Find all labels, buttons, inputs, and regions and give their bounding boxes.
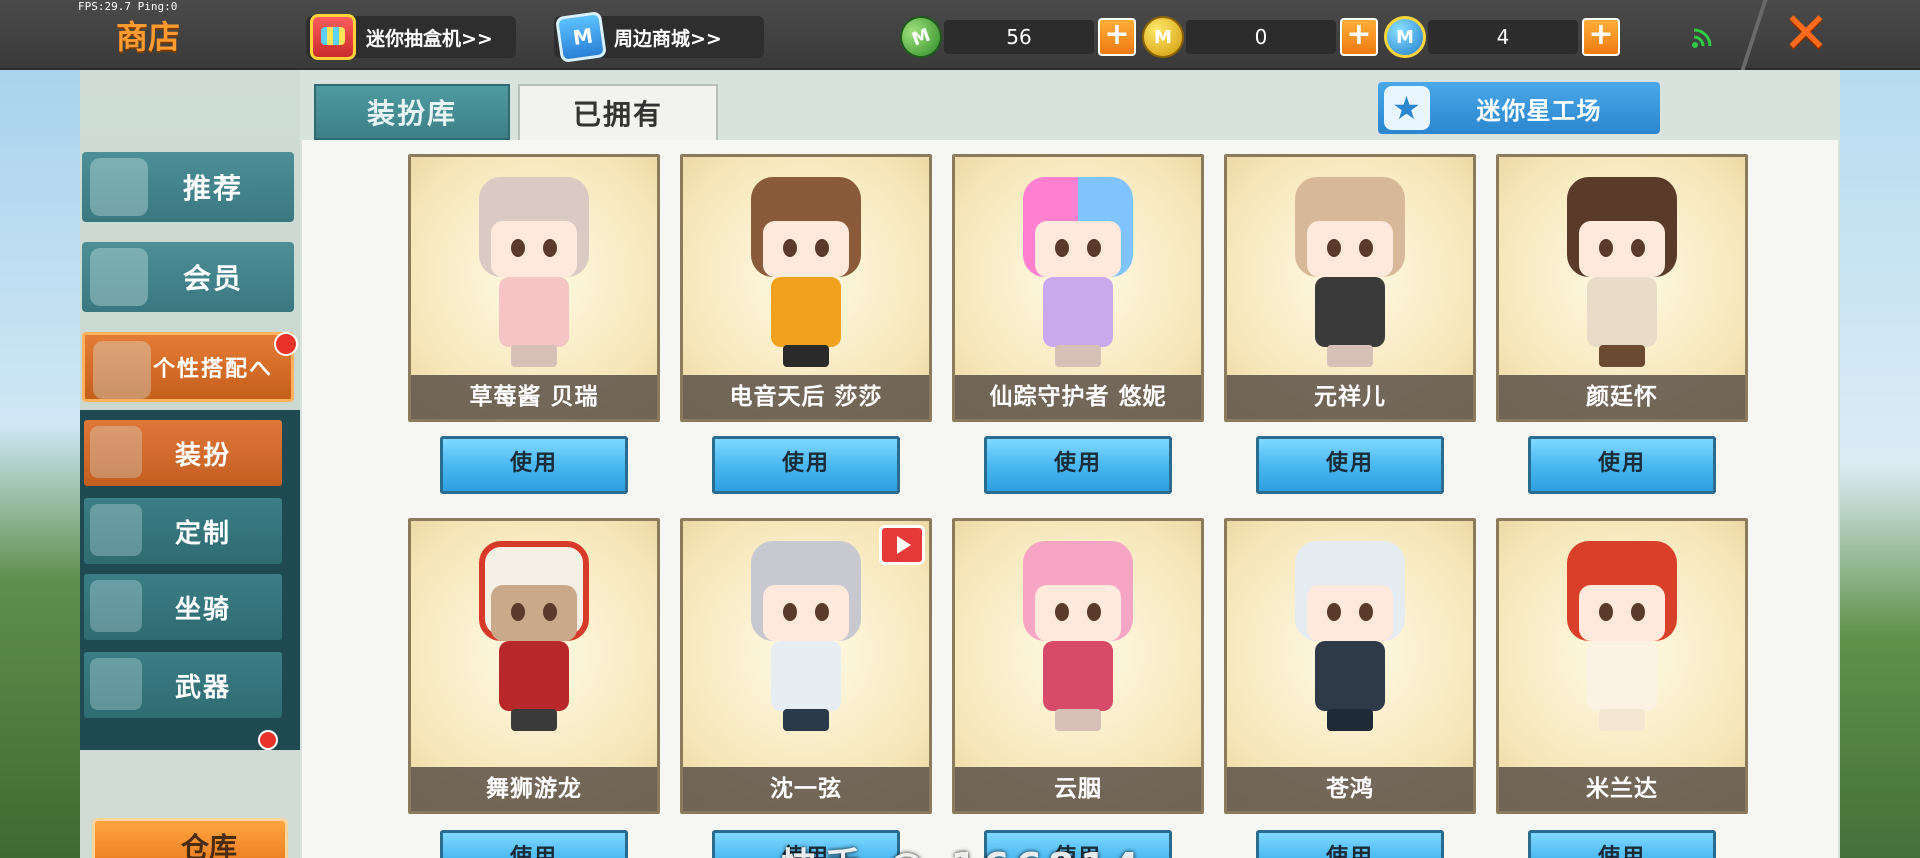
- sidebar-item-label: 个性搭配へ: [152, 357, 273, 382]
- skin-name: 元祥儿: [1227, 375, 1473, 419]
- currency-gold: M 0 +: [1142, 16, 1382, 58]
- skin-card[interactable]: 颜廷怀: [1496, 154, 1748, 422]
- thumbs-up-icon: [90, 158, 148, 216]
- use-button[interactable]: 使用: [1528, 830, 1716, 858]
- trophy-icon: [93, 341, 151, 399]
- background-right: [1840, 70, 1920, 858]
- character-avatar: [1557, 177, 1687, 367]
- sidebar-item-personalize[interactable]: 个性搭配へ: [82, 332, 294, 402]
- skin-name: 沈一弦: [683, 767, 929, 811]
- skin-card[interactable]: 米兰达: [1496, 518, 1748, 814]
- character-avatar: [1285, 177, 1415, 367]
- use-button[interactable]: 使用: [440, 830, 628, 858]
- skin-card[interactable]: 元祥儿: [1224, 154, 1476, 422]
- star-icon: ★: [1384, 86, 1430, 130]
- close-button[interactable]: ✕: [1778, 6, 1834, 62]
- sidebar-sub-weapon[interactable]: 武器: [84, 652, 282, 718]
- notification-dot: [274, 332, 298, 356]
- sidebar-sub-costume[interactable]: 装扮: [84, 420, 282, 486]
- add-blue-button[interactable]: +: [1582, 18, 1620, 56]
- sidebar-sub-label: 武器: [174, 672, 231, 703]
- blue-coin-icon: M: [1384, 16, 1426, 58]
- use-button[interactable]: 使用: [440, 436, 628, 494]
- merch-store-button[interactable]: 周边商城>>: [554, 11, 764, 63]
- currency-blue: M 4 +: [1384, 16, 1624, 58]
- tab-owned[interactable]: 已拥有: [518, 84, 718, 140]
- currency-value: 56: [944, 20, 1094, 54]
- watermark: 快手 @ 166814: [780, 836, 1145, 858]
- use-button[interactable]: 使用: [1528, 436, 1716, 494]
- currency-value: 0: [1186, 20, 1336, 54]
- tab-costume-library[interactable]: 装扮库: [314, 84, 510, 140]
- warehouse-button[interactable]: 仓库: [92, 818, 288, 858]
- notification-dot: [258, 730, 278, 750]
- star-workshop-label: 迷你星工场: [1476, 96, 1602, 125]
- currency-value: 4: [1428, 20, 1578, 54]
- sidebar-sub-label: 定制: [174, 518, 231, 549]
- skin-card[interactable]: 苍鸿: [1224, 518, 1476, 814]
- currency-green: M 56 +: [894, 10, 1140, 64]
- character-avatar: [1285, 541, 1415, 731]
- use-button[interactable]: 使用: [1256, 830, 1444, 858]
- mount-icon: [90, 580, 142, 632]
- character-avatar: [469, 177, 599, 367]
- character-avatar: [741, 177, 871, 367]
- sidebar-sub-custom[interactable]: 定制: [84, 498, 282, 564]
- shopping-bag-icon: [555, 11, 607, 63]
- skin-card[interactable]: 仙踪守护者 悠妮: [952, 154, 1204, 422]
- gold-coin-icon: M: [1142, 16, 1184, 58]
- skin-card[interactable]: 舞狮游龙: [408, 518, 660, 814]
- shirt-icon: [90, 426, 142, 478]
- sidebar-sub-mount[interactable]: 坐骑: [84, 574, 282, 640]
- skin-grid: 草莓酱 贝瑞 电音天后 莎莎 仙踪守护者 悠妮 元祥儿 颜廷怀 使用 使用 使用…: [302, 140, 1838, 858]
- gacha-label: 迷你抽盒机>>: [366, 27, 493, 50]
- green-gem-icon: M: [894, 10, 948, 64]
- character-avatar: [1013, 177, 1143, 367]
- skin-card[interactable]: 电音天后 莎莎: [680, 154, 932, 422]
- gacha-button[interactable]: 迷你抽盒机>>: [306, 14, 516, 60]
- sidebar-item-label: 推荐: [182, 172, 243, 205]
- skin-name: 米兰达: [1499, 767, 1745, 811]
- skin-name: 颜廷怀: [1499, 375, 1745, 419]
- character-avatar: [469, 541, 599, 731]
- use-button[interactable]: 使用: [1256, 436, 1444, 494]
- signal-icon: [1692, 28, 1712, 48]
- sidebar-sub-label: 装扮: [174, 440, 231, 471]
- pencil-icon: [90, 504, 142, 556]
- sidebar-item-recommend[interactable]: 推荐: [82, 152, 294, 222]
- skin-name: 云胭: [955, 767, 1201, 811]
- vip-icon: [90, 248, 148, 306]
- character-avatar: [1013, 541, 1143, 731]
- sidebar-item-vip[interactable]: 会员: [82, 242, 294, 312]
- sidebar-sub-label: 坐骑: [174, 594, 231, 625]
- skin-card[interactable]: 沈一弦: [680, 518, 932, 814]
- skin-name: 苍鸿: [1227, 767, 1473, 811]
- use-button[interactable]: 使用: [712, 436, 900, 494]
- skin-name: 舞狮游龙: [411, 767, 657, 811]
- background-left: [0, 70, 80, 858]
- sidebar-item-label: 会员: [182, 262, 243, 295]
- video-play-icon[interactable]: [879, 525, 925, 565]
- divider: [1740, 0, 1768, 70]
- add-green-button[interactable]: +: [1098, 18, 1136, 56]
- character-avatar: [1557, 541, 1687, 731]
- top-bar: FPS:29.7 Ping:0 商店 迷你抽盒机>> 周边商城>> M 56 +…: [0, 0, 1920, 70]
- skin-name: 仙踪守护者 悠妮: [955, 375, 1201, 419]
- gun-icon: [90, 658, 142, 710]
- add-gold-button[interactable]: +: [1340, 18, 1378, 56]
- mini-star-workshop-button[interactable]: ★ 迷你星工场: [1378, 82, 1660, 134]
- gacha-machine-icon: [310, 14, 356, 60]
- character-avatar: [741, 541, 871, 731]
- skin-card[interactable]: 云胭: [952, 518, 1204, 814]
- use-button[interactable]: 使用: [984, 436, 1172, 494]
- shop-title: 商店: [116, 19, 181, 55]
- skin-card[interactable]: 草莓酱 贝瑞: [408, 154, 660, 422]
- skin-name: 电音天后 莎莎: [683, 375, 929, 419]
- merch-label: 周边商城>>: [614, 27, 722, 50]
- skin-name: 草莓酱 贝瑞: [411, 375, 657, 419]
